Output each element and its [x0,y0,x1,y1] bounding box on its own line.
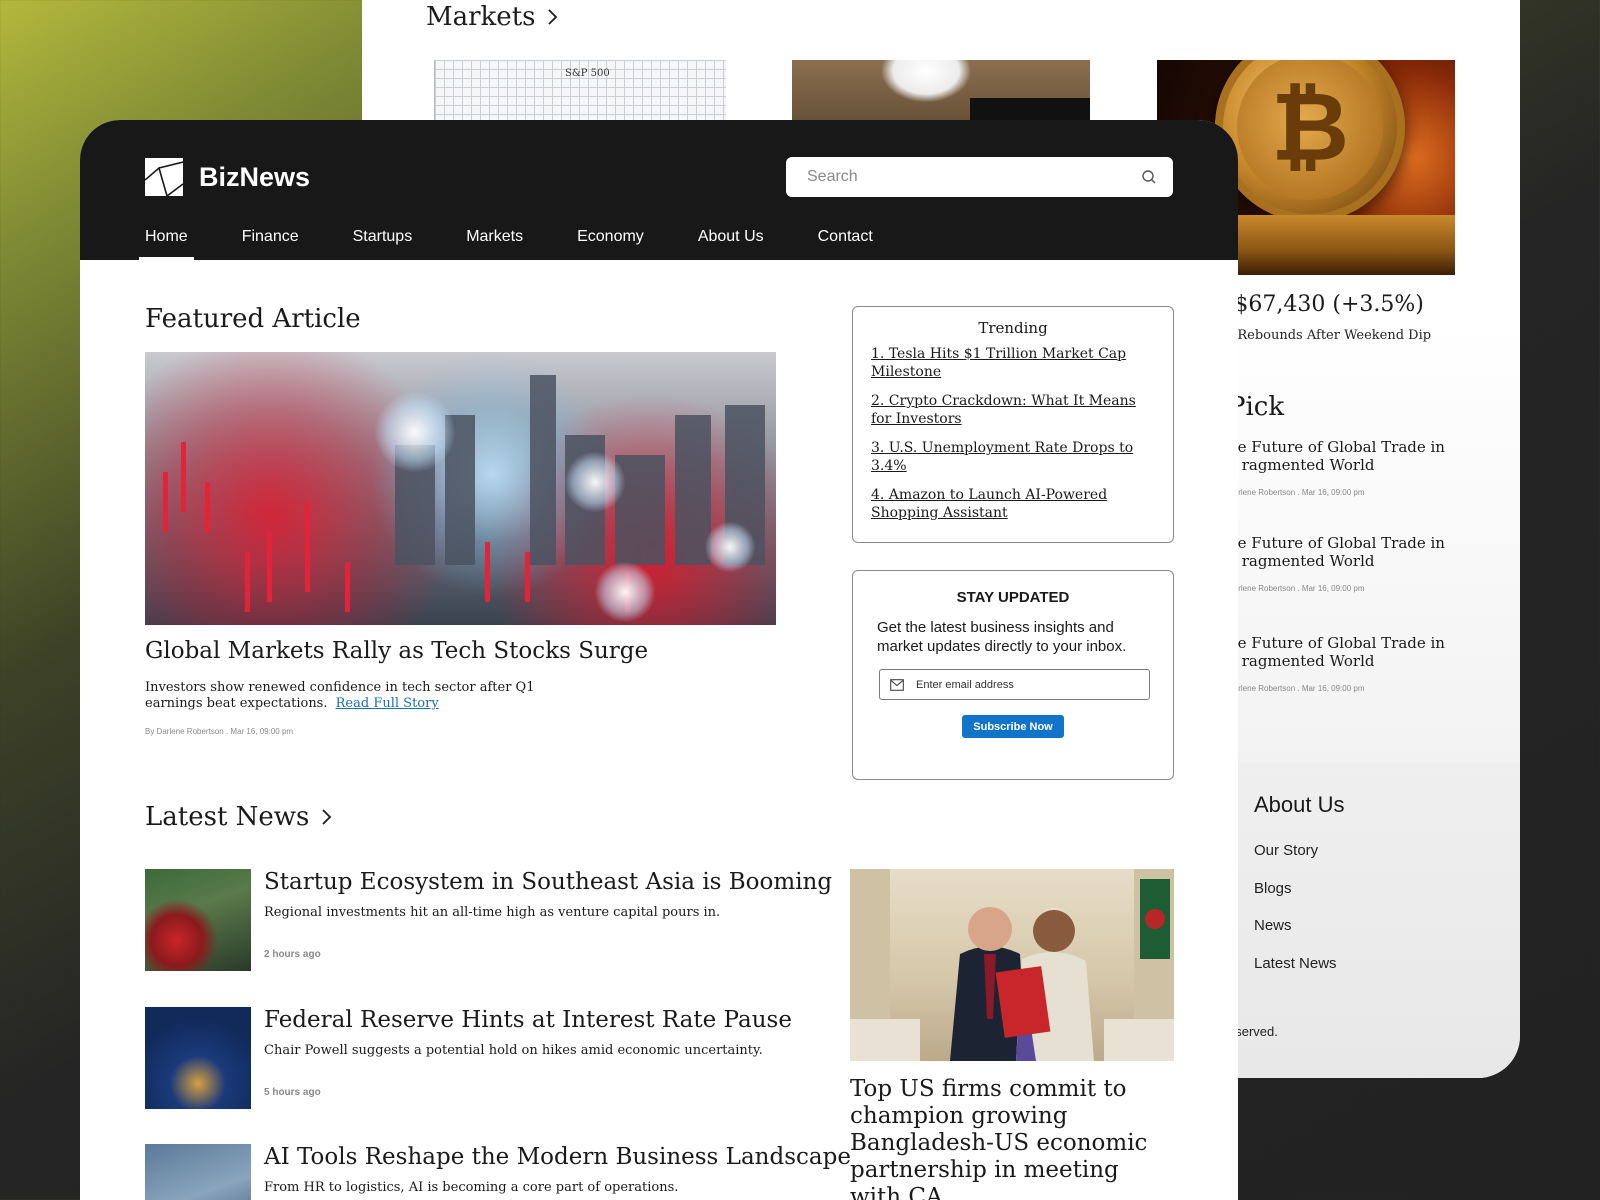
brand-logo[interactable]: BizNews [145,158,310,196]
search-icon[interactable] [1141,169,1157,185]
news-title[interactable]: Federal Reserve Hints at Interest Rate P… [264,1007,792,1033]
bitcoin-price-headline[interactable]: : $67,430 (+3.5%) [1220,292,1424,317]
newsletter-box: STAY UPDATED Get the latest business ins… [852,570,1174,780]
nav-item-economy[interactable]: Economy [577,224,644,260]
nav-item-finance[interactable]: Finance [242,224,299,260]
featured-article-meta: By Darlene Robertson . Mar 16, 09:00 pm [145,727,294,736]
news-time: 2 hours ago [264,949,321,960]
sp500-chart-thumbnail[interactable]: S&P 500 [434,60,726,120]
people-photo-illustration [850,869,1174,1061]
footer-link-news[interactable]: News [1254,917,1292,934]
nav-item-contact[interactable]: Contact [818,224,873,260]
news-list-item[interactable]: Startup Ecosystem in Southeast Asia is B… [145,869,832,971]
news-title[interactable]: AI Tools Reshape the Modern Business Lan… [264,1144,851,1170]
trending-item[interactable]: 2. Crypto Crackdown: What It Means for I… [871,392,1155,428]
lightbulb-thumbnail[interactable] [792,60,1090,120]
brand-name: BizNews [199,161,311,192]
biznews-homepage: BizNews Home Finance Startups Markets Ec… [80,120,1238,1200]
pick-title: he Future of Global Trade in a ragmented… [1228,534,1445,570]
search-bar[interactable] [786,157,1173,197]
newsletter-desc: Get the latest business insights and mar… [877,619,1127,655]
news-thumbnail[interactable] [145,1007,251,1109]
pick-item[interactable]: he Future of Global Trade in a ragmented… [1228,438,1458,497]
news-list-item[interactable]: Federal Reserve Hints at Interest Rate P… [145,1007,805,1109]
featured-article-desc: Investors show renewed confidence in tec… [145,680,565,712]
news-desc: From HR to logistics, AI is becoming a c… [264,1180,679,1195]
bitcoin-coin-icon: ₿ [1215,60,1405,222]
chevron-right-icon [321,808,333,826]
trending-title: Trending [978,319,1048,337]
newsletter-title: STAY UPDATED [956,589,1070,606]
trending-box: Trending 1. Tesla Hits $1 Trillion Marke… [852,306,1174,543]
trending-item[interactable]: 3. U.S. Unemployment Rate Drops to 3.4% [871,439,1155,475]
subscribe-button[interactable]: Subscribe Now [962,715,1064,738]
main-nav: Home Finance Startups Markets Economy Ab… [139,224,927,260]
nav-item-home[interactable]: Home [139,224,194,260]
chart-label: S&P 500 [565,68,610,79]
latest-news-heading-text: Latest News [145,802,310,832]
mail-icon [890,678,904,691]
search-input[interactable] [807,168,1141,186]
site-header: BizNews Home Finance Startups Markets Ec… [80,120,1238,260]
footer-about-title: About Us [1254,792,1345,817]
logo-mark-icon [145,158,183,196]
side-story-photo[interactable] [850,869,1174,1061]
pick-title: he Future of Global Trade in a ragmented… [1228,438,1445,474]
markets-section-heading[interactable]: Markets [426,2,559,32]
news-title[interactable]: Startup Ecosystem in Southeast Asia is B… [264,869,832,895]
bitcoin-price-subline: t Rebounds After Weekend Dip [1228,328,1432,343]
email-field-wrapper[interactable] [879,669,1150,700]
nav-item-startups[interactable]: Startups [353,224,413,260]
pick-title: he Future of Global Trade in a ragmented… [1228,634,1445,670]
side-story-caption[interactable]: Top US firms commit to champion growing … [850,1076,1170,1200]
news-thumbnail[interactable] [145,869,251,971]
nav-item-markets[interactable]: Markets [466,224,523,260]
pick-meta: Darlene Robertson . Mar 16, 09:00 pm [1228,488,1365,497]
featured-article-image[interactable] [145,352,776,625]
featured-article-title[interactable]: Global Markets Rally as Tech Stocks Surg… [145,638,648,664]
chevron-right-icon [547,8,559,26]
trending-item[interactable]: 4. Amazon to Launch AI-Powered Shopping … [871,486,1155,522]
trending-item[interactable]: 1. Tesla Hits $1 Trillion Market Cap Mil… [871,345,1155,381]
pick-item[interactable]: he Future of Global Trade in a ragmented… [1228,534,1458,593]
nav-item-about-us[interactable]: About Us [698,224,764,260]
footer-link-blogs[interactable]: Blogs [1254,880,1292,897]
news-list-item[interactable]: AI Tools Reshape the Modern Business Lan… [145,1144,851,1200]
latest-news-heading[interactable]: Latest News [145,802,333,832]
pick-item[interactable]: he Future of Global Trade in a ragmented… [1228,634,1458,693]
email-field[interactable] [916,678,1139,691]
read-full-story-link[interactable]: Read Full Story [336,696,439,711]
pick-meta: Darlene Robertson . Mar 16, 09:00 pm [1228,684,1365,693]
news-desc: Chair Powell suggests a potential hold o… [264,1043,763,1058]
pick-meta: Darlene Robertson . Mar 16, 09:00 pm [1228,584,1365,593]
news-desc: Regional investments hit an all-time hig… [264,905,721,920]
footer-link-latest-news[interactable]: Latest News [1254,955,1337,972]
news-thumbnail[interactable] [145,1144,251,1200]
featured-heading: Featured Article [145,304,361,334]
footer-link-our-story[interactable]: Our Story [1254,842,1318,859]
markets-heading-text: Markets [426,2,536,32]
news-time: 5 hours ago [264,1087,321,1098]
